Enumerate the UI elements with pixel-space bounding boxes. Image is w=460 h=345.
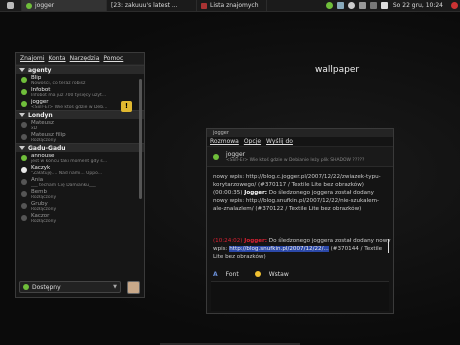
- contact-row[interactable]: Bemb Rozłączony: [16, 188, 144, 200]
- online-status-icon: [21, 89, 27, 95]
- contact-row[interactable]: Infobot Infobot ma już 700 tysięcy użyt..…: [16, 86, 144, 98]
- status-bar: Dostępny ▼: [19, 280, 143, 294]
- online-status-icon: [213, 153, 219, 160]
- apps-menu-button[interactable]: [0, 0, 22, 11]
- online-status-icon: [21, 77, 27, 83]
- offline-status-icon: [21, 203, 27, 209]
- away-status-icon: [21, 167, 27, 173]
- offline-status-icon: [21, 179, 27, 185]
- menu-pomoc[interactable]: Pomoc: [103, 55, 123, 62]
- battery-icon[interactable]: [369, 2, 377, 9]
- message: nowy wpis: http://blog.c.jogger.pl/2007/…: [213, 174, 381, 188]
- desktop: jogger [23: zakuuu's latest ... Lista zn…: [0, 0, 460, 345]
- mail-icon[interactable]: [380, 2, 388, 9]
- contact-row[interactable]: Kaczor Rozłączony: [16, 212, 144, 224]
- offline-status-icon: [21, 215, 27, 221]
- smiley-icon: [254, 271, 261, 277]
- conversation-window: jogger Rozmowa Opcje Wyślij do jogger <S…: [206, 128, 394, 314]
- message-input[interactable]: [211, 281, 389, 311]
- expand-arrow-icon: [19, 68, 25, 72]
- avatar[interactable]: [127, 280, 140, 294]
- top-panel: jogger [23: zakuuu's latest ... Lista zn…: [0, 0, 460, 12]
- online-status-icon: [21, 155, 27, 161]
- wallpaper-label: wallpaper: [315, 65, 360, 75]
- contact-row[interactable]: Gruby Rozłączony: [16, 200, 144, 212]
- buddy-list-icon: [201, 2, 207, 9]
- format-toolbar: A Font Wstaw: [213, 269, 305, 279]
- contact-row[interactable]: annouse jest w końcu taki moment gdy s...: [16, 152, 144, 164]
- notification-badge[interactable]: !: [121, 101, 132, 112]
- menu-narzedzia[interactable]: Narzędzia: [70, 55, 100, 62]
- buddy-list-window: Znajomi Konta Narzędzia Pomoc agenty Bli…: [15, 52, 145, 298]
- shutdown-icon[interactable]: [451, 2, 458, 9]
- system-tray: So 22 gru, 10:24: [324, 0, 460, 11]
- contact-row[interactable]: Blip Nowości, co teraz robisz: [16, 74, 144, 86]
- window-titlebar[interactable]: jogger: [207, 129, 393, 137]
- online-status-icon: [26, 2, 32, 9]
- taskbar-item-jogger[interactable]: jogger: [22, 0, 107, 11]
- offline-status-icon: [21, 122, 27, 128]
- contact-row[interactable]: Mateusz xD: [16, 119, 144, 131]
- menu-opcje[interactable]: Opcje: [244, 138, 261, 145]
- contact-row[interactable]: Ania ___ techam Cię Damianku___: [16, 176, 144, 188]
- roster-scrollbar[interactable]: [139, 79, 142, 199]
- menu-konta[interactable]: Konta: [48, 55, 65, 62]
- pidgin-tray-icon[interactable]: [325, 2, 333, 9]
- volume-icon[interactable]: [358, 2, 366, 9]
- menu-wyslij-do[interactable]: Wyślij do: [266, 138, 293, 145]
- message-compose-area[interactable]: (10:24:02) Jogger: Do śledzonego joggera…: [213, 237, 391, 267]
- font-icon: A: [213, 270, 218, 278]
- group-header-gadu-gadu[interactable]: Gadu-Gadu: [16, 143, 144, 152]
- offline-status-icon: [21, 134, 27, 140]
- taskbar-item-terminal[interactable]: [23: zakuuu's latest ...: [107, 0, 197, 11]
- conversation-header: jogger <Sxlr-Er> Wie ktoś gdzie w Debian…: [207, 147, 393, 167]
- offline-status-icon: [21, 191, 27, 197]
- selected-link[interactable]: http://blog.snufkin.pl/2007/12/22/...: [229, 246, 329, 252]
- contact-row[interactable]: Kaczyk "Załatuję.... Nad nami... Uppo...: [16, 164, 144, 176]
- menu-znajomi[interactable]: Znajomi: [20, 55, 44, 62]
- contact-name: jogger: [226, 150, 246, 158]
- weather-icon[interactable]: [347, 2, 355, 9]
- network-icon[interactable]: [336, 2, 344, 9]
- text-caret: [388, 239, 389, 253]
- contact-row[interactable]: Mateusz filip Rozłączony: [16, 131, 144, 143]
- message: (00:00:35) Jogger: Do śledzonego joggera…: [213, 190, 380, 212]
- contact-status: <Sxlr-Er> Wie ktoś gdzie w Debianie leży…: [226, 157, 365, 163]
- group-header-agenty[interactable]: agenty: [16, 65, 144, 74]
- clock[interactable]: So 22 gru, 10:24: [393, 2, 443, 9]
- message-history: nowy wpis: http://blog.c.jogger.pl/2007/…: [213, 173, 389, 235]
- online-status-icon: [21, 101, 27, 107]
- conversation-menubar: Rozmowa Opcje Wyślij do: [207, 137, 393, 147]
- font-button[interactable]: A Font: [213, 271, 247, 278]
- insert-button[interactable]: Wstaw: [254, 271, 297, 278]
- expand-arrow-icon: [19, 113, 25, 117]
- expand-arrow-icon: [19, 146, 25, 150]
- status-select[interactable]: Dostępny ▼: [19, 281, 121, 293]
- online-status-icon: [23, 284, 29, 290]
- buddy-list-menubar: Znajomi Konta Narzędzia Pomoc: [16, 53, 144, 65]
- gnome-foot-icon: [7, 2, 14, 9]
- menu-rozmowa[interactable]: Rozmowa: [210, 138, 239, 145]
- taskbar-item-buddy-list[interactable]: Lista znajomych: [197, 0, 267, 11]
- chevron-down-icon: ▼: [113, 284, 117, 290]
